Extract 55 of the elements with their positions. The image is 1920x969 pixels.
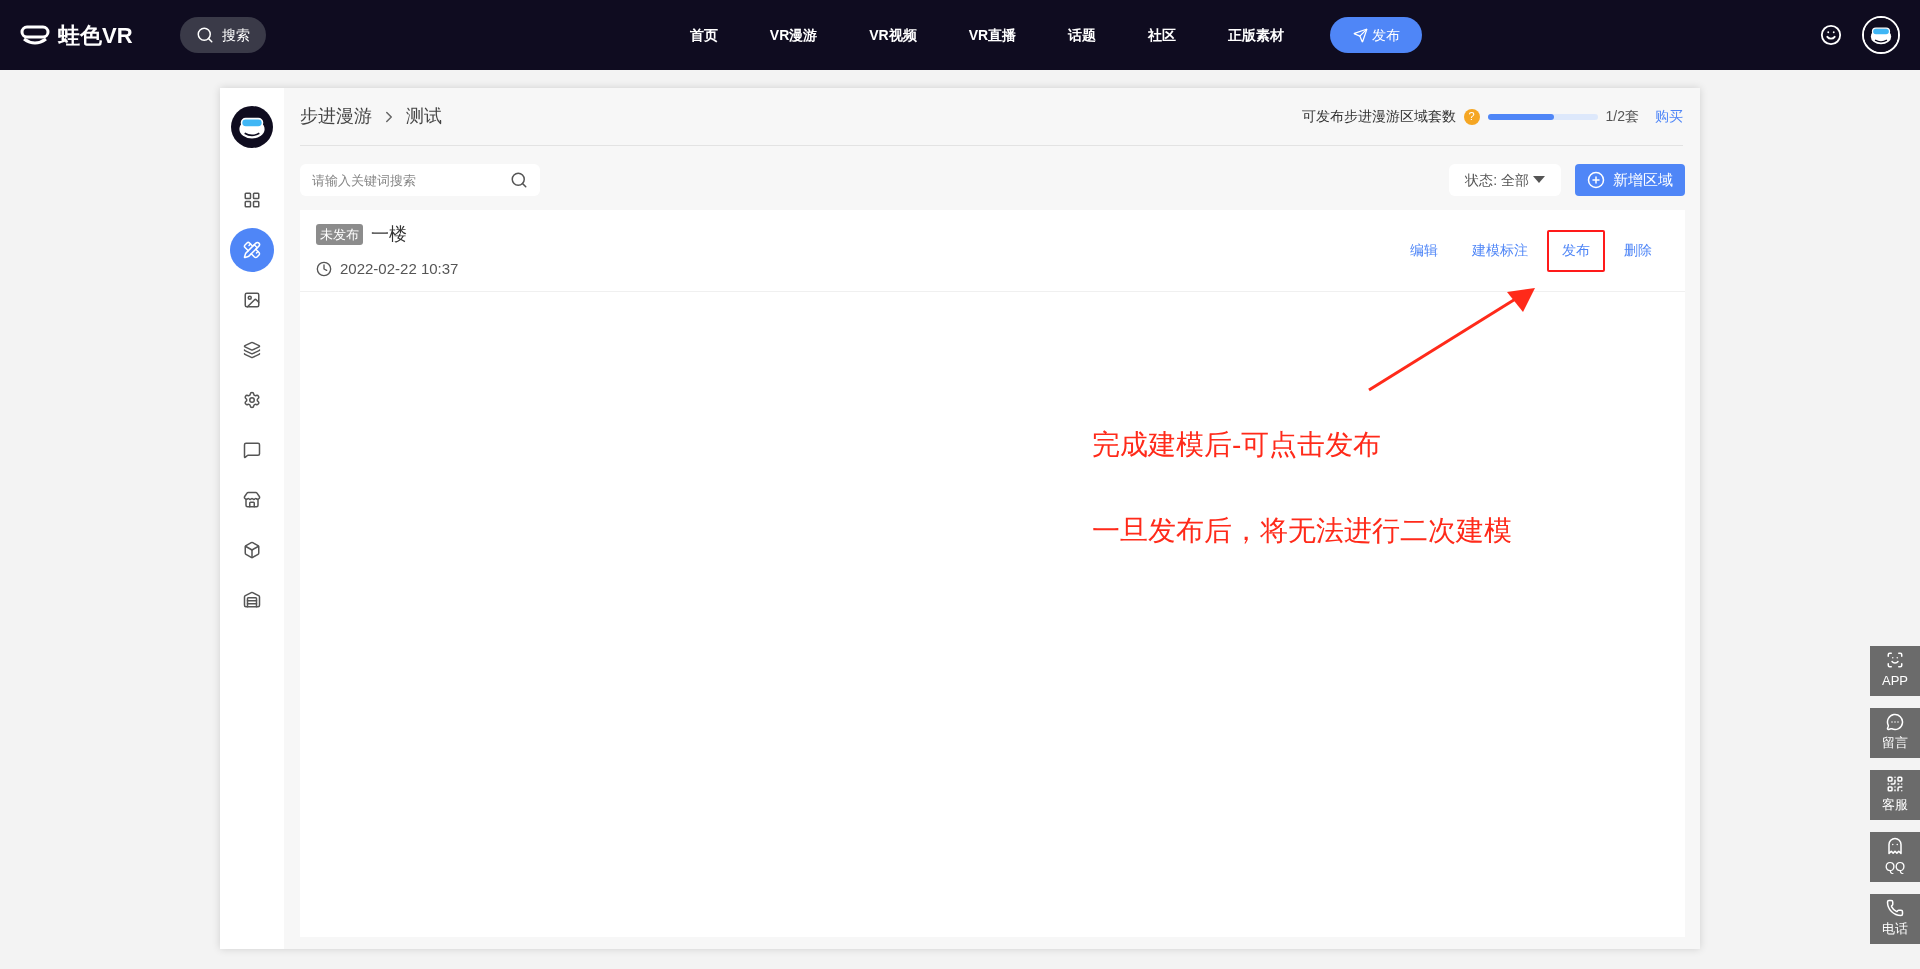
action-link[interactable]: 编辑 bbox=[1395, 229, 1453, 272]
qr-code-icon bbox=[1886, 775, 1904, 794]
clock-icon bbox=[316, 261, 332, 277]
breadcrumb-link[interactable]: 步进漫游 bbox=[300, 103, 372, 130]
float-button[interactable]: 客服 bbox=[1870, 770, 1920, 820]
float-button[interactable]: QQ bbox=[1870, 832, 1920, 882]
nav-link[interactable]: 正版素材 bbox=[1202, 24, 1311, 46]
layers-icon bbox=[243, 341, 261, 359]
nav-link[interactable]: VR直播 bbox=[942, 24, 1043, 46]
float-button[interactable]: APP bbox=[1870, 646, 1920, 696]
nav-link[interactable]: VR视频 bbox=[843, 24, 943, 46]
message-icon bbox=[243, 441, 261, 459]
float-button[interactable]: 电话 bbox=[1870, 894, 1920, 944]
plus-icon bbox=[1587, 171, 1605, 189]
buy-link[interactable]: 购买 bbox=[1655, 106, 1683, 127]
nav-link[interactable]: 话题 bbox=[1042, 24, 1123, 46]
store-icon bbox=[243, 491, 261, 509]
quota-reading: 1/2套 bbox=[1605, 107, 1639, 126]
pencil-ruler-icon bbox=[243, 241, 261, 259]
status-tag: 未发布 bbox=[316, 223, 363, 245]
search-icon bbox=[510, 171, 528, 189]
grid-icon bbox=[243, 191, 261, 209]
nav-link[interactable]: 社区 bbox=[1122, 24, 1203, 46]
phone-icon bbox=[1886, 899, 1904, 918]
nav-link[interactable]: VR漫游 bbox=[743, 24, 844, 46]
publish-button[interactable]: 发布 bbox=[1330, 17, 1423, 53]
action-link[interactable]: 发布 bbox=[1547, 229, 1605, 272]
cube-icon bbox=[243, 541, 261, 559]
chat-icon bbox=[1886, 713, 1904, 732]
scan-icon bbox=[1886, 651, 1904, 670]
area-title: 一楼 bbox=[371, 222, 407, 246]
avatar bbox=[1864, 18, 1898, 52]
created-time: 2022-02-22 10:37 bbox=[340, 258, 459, 279]
annotation-text: 完成建模后-可点击发布 bbox=[1092, 428, 1383, 462]
settings-icon bbox=[243, 391, 261, 409]
search-icon bbox=[196, 26, 214, 44]
float-button[interactable]: 留言 bbox=[1870, 708, 1920, 758]
search-field[interactable]: 请输入关键词搜索 bbox=[300, 164, 540, 196]
nav-link[interactable]: 首页 bbox=[663, 24, 744, 46]
action-link[interactable]: 建模标注 bbox=[1457, 229, 1543, 272]
logo-text: 蛙色VR bbox=[58, 21, 133, 50]
sidebar-item[interactable] bbox=[230, 228, 274, 272]
breadcrumb-current: 测试 bbox=[406, 105, 442, 128]
quota-label: 可发布步进漫游区域套数 bbox=[1301, 107, 1456, 126]
image-icon bbox=[243, 291, 261, 309]
logo-icon bbox=[20, 23, 50, 47]
status-dropdown[interactable]: 状态: 全部 bbox=[1449, 164, 1561, 196]
send-icon bbox=[1352, 27, 1368, 43]
app-logo bbox=[231, 106, 273, 148]
add-area-button[interactable]: 新增区域 bbox=[1575, 164, 1685, 196]
annotation-text: 一旦发布后，将无法进行二次建模 bbox=[1092, 514, 1512, 548]
action-link[interactable]: 删除 bbox=[1609, 229, 1667, 272]
search-button[interactable]: 搜索 bbox=[180, 17, 266, 53]
caret-icon bbox=[1533, 176, 1545, 184]
house-icon bbox=[243, 591, 261, 609]
